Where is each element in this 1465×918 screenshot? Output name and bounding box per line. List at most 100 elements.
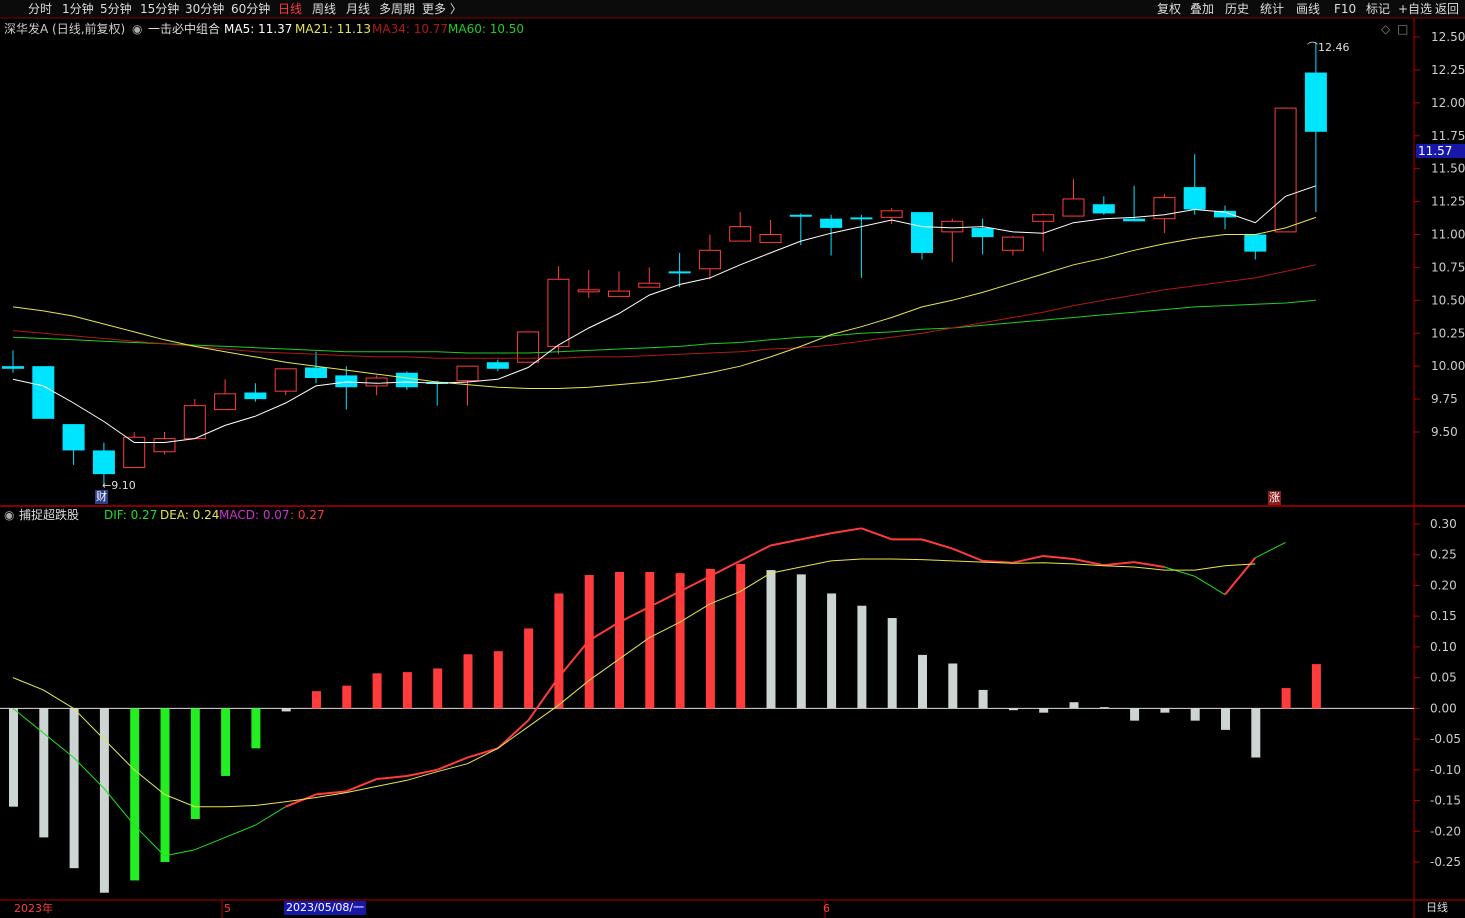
dif-line-segment [224,824,256,838]
macd-bar [221,708,231,776]
candle-body-up [638,282,661,288]
candle-body-down [1123,218,1146,222]
candle-body-up [153,438,176,453]
dea-label: DEA: 0.24 [160,508,220,522]
price-tick-label: 11.50 [1431,162,1465,176]
macd-bar [281,708,291,712]
current-price-tag: 11.57 [1416,144,1465,158]
dif-line-segment [255,806,286,826]
macd-bar [130,708,140,881]
dif-line-segment [497,719,529,750]
stock-title[interactable]: 深华发A (日线,前复权) [4,21,125,37]
ma60-line [12,299,1316,354]
ma60-label: MA60: 10.50 [448,22,525,36]
macd-bar [1069,702,1079,709]
macd-bar [190,708,200,819]
macd-bar [857,605,867,709]
indicator-name[interactable]: 一击必中组合 [148,21,220,37]
candle-body-down [850,217,873,220]
candle-body-down [2,366,24,369]
macd-bar [9,708,18,807]
dif-line-segment [770,538,801,547]
dif-line-segment [951,547,983,562]
dif-line-segment [1133,561,1165,569]
candle-body-up [547,278,570,347]
macd-bar [1008,708,1018,711]
macd-tick-label: 0.15 [1430,609,1457,623]
grid-layer [0,17,1465,918]
macd-bar [1221,708,1230,730]
macd-bar [887,618,897,709]
candle-body-down [1092,204,1115,214]
macd-bar [1130,708,1140,721]
macd-label: MACD: 0.07 [219,508,290,522]
macd-bar [615,571,624,709]
price-tick-label: 10.75 [1431,260,1465,274]
candle-body-down [244,392,267,400]
candle-body-up [698,249,721,270]
price-tick-label: 11.00 [1431,228,1465,242]
finance-event-badge[interactable]: 财 [95,490,108,504]
ma21-label: MA21: 11.13 [295,22,372,36]
macd-tick-label: 0.05 [1430,671,1457,685]
macd-bar [160,708,170,862]
dif-line-segment [285,793,317,808]
dif-line-segment [1224,557,1257,596]
macd-bar [948,663,958,709]
candle-body-up [577,289,600,293]
candle-body-down [305,367,327,379]
price-tick-label: 9.50 [1431,425,1458,439]
ma34-label: MA34: 10.77 [372,22,449,36]
candle-body-down [395,372,418,388]
macd-bar [1251,708,1261,758]
price-tick-label: 11.75 [1431,129,1465,143]
candle-body-down [668,271,691,274]
macd-bar [493,651,503,709]
dif-line-segment [376,774,408,781]
sub-indicator-name[interactable]: 捕捉超跌股 [19,507,79,523]
sub-indicator-settings-icon[interactable]: ◉ [4,507,14,523]
candle-body-down [486,362,509,369]
price-tick-label: 10.00 [1431,359,1465,373]
macd-bar [1160,708,1170,713]
macd-value: : 0.27 [290,508,325,522]
macd-tick-label: 0.25 [1430,548,1457,562]
dif-line-segment [1043,554,1074,561]
macd-bar [796,574,806,709]
price-tick-label: 11.25 [1431,195,1465,209]
chart-canvas[interactable]: 12.50 12.25 12.00 11.75 11.50 11.25 11.00 10.75… [0,0,1465,918]
cursor-date-tag: 2023/05/08/一 [284,901,367,915]
panel-close-icon[interactable]: □ [1397,21,1408,37]
limit-up-badge[interactable]: 涨 [1268,491,1281,505]
candle-body-down [911,212,933,253]
candle-body-up [941,220,964,233]
macd-bar [463,654,473,709]
macd-tick-label: 0.00 [1430,701,1457,715]
axis-month-5: 5 [224,902,231,915]
axis-year-label: 2023年 [14,902,53,915]
candle-body-up [517,331,540,363]
candle-body-up [214,393,237,411]
candle-body-down [820,218,843,228]
candle-body-down [335,375,358,388]
macd-bar [1099,707,1109,709]
macd-bar [372,673,382,709]
indicator-settings-icon[interactable]: ◉ [132,21,142,37]
macd-bar [1039,708,1049,713]
candle-body-down [32,366,55,419]
dif-line-segment [1255,541,1286,559]
price-tick-label: 10.25 [1431,326,1465,340]
dif-line-segment [921,538,953,550]
dif-line-segment [1164,566,1195,577]
candle-body-up [1062,198,1085,217]
candle-body-down [1183,187,1206,210]
collapse-diamond-icon[interactable]: ◇ [1381,21,1390,37]
period-label[interactable]: 日线 [1426,901,1448,915]
high-price-marker: ⌒12.46 [1307,41,1350,54]
price-tick-label: 12.25 [1431,63,1465,77]
candle-body-up [729,226,752,242]
macd-bar [978,689,988,709]
macd-bar [433,668,443,709]
dif-line-segment [830,527,862,535]
dif-line-segment [739,544,771,562]
